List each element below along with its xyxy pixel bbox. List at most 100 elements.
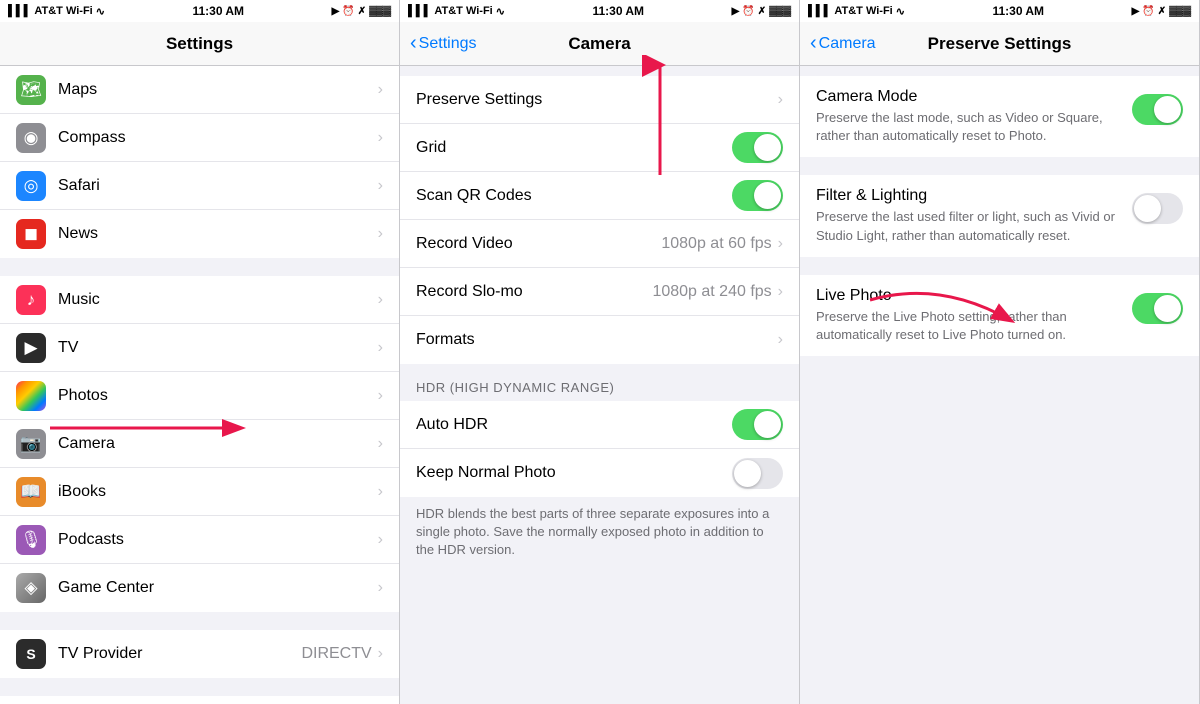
back-label-3: Camera xyxy=(819,35,876,53)
podcasts-chevron: › xyxy=(378,531,383,549)
row-photos[interactable]: Photos › xyxy=(0,372,399,420)
bluetooth-icon: ✗ xyxy=(358,6,366,17)
keep-normal-toggle[interactable] xyxy=(732,458,783,489)
row-auto-hdr[interactable]: Auto HDR xyxy=(400,401,799,449)
record-slomo-chevron: › xyxy=(778,283,783,301)
back-label-2: Settings xyxy=(419,35,477,53)
row-tvprovider[interactable]: S TV Provider DIRECTV › xyxy=(0,630,399,678)
live-photo-title: Live Photo xyxy=(816,287,1132,305)
photos-label: Photos xyxy=(58,387,378,405)
compass-label: Compass xyxy=(58,129,378,147)
back-chevron-2: ‹ xyxy=(410,33,417,53)
status-carrier-1: ▌▌▌ AT&T Wi-Fi ∿ xyxy=(8,5,105,18)
preserve-settings-label: Preserve Settings xyxy=(416,91,778,109)
tvprovider-chevron: › xyxy=(378,645,383,663)
maps-icon: 🗺 xyxy=(16,75,46,105)
wifi-icon-2: ∿ xyxy=(496,5,505,18)
hdr-group: Auto HDR Keep Normal Photo xyxy=(400,401,799,497)
panel-settings: ▌▌▌ AT&T Wi-Fi ∿ 11:30 AM ▶ ⏰ ✗ ▓▓▓ Sett… xyxy=(0,0,400,704)
wifi-icon-3: ∿ xyxy=(896,5,905,18)
row-maps[interactable]: 🗺 Maps › xyxy=(0,66,399,114)
tv-icon: ▶ xyxy=(16,333,46,363)
record-slomo-label: Record Slo-mo xyxy=(416,283,652,301)
row-news[interactable]: ◼ News › xyxy=(0,210,399,258)
auto-hdr-toggle-thumb xyxy=(754,411,781,438)
scan-qr-label: Scan QR Codes xyxy=(416,187,732,205)
back-to-camera[interactable]: ‹ Camera xyxy=(810,35,876,53)
row-music[interactable]: ♪ Music › xyxy=(0,276,399,324)
row-camera-mode[interactable]: Camera Mode Preserve the last mode, such… xyxy=(800,76,1199,157)
bluetooth-icon-3: ✗ xyxy=(1158,6,1166,17)
row-record-video[interactable]: Record Video 1080p at 60 fps › xyxy=(400,220,799,268)
nav-title-1: Settings xyxy=(166,34,233,54)
safari-chevron: › xyxy=(378,177,383,195)
ibooks-icon: 📖 xyxy=(16,477,46,507)
bluetooth-icon-2: ✗ xyxy=(758,6,766,17)
panel-preserve-settings: ▌▌▌ AT&T Wi-Fi ∿ 11:30 AM ▶ ⏰ ✗ ▓▓▓ ‹ Ca… xyxy=(800,0,1200,704)
row-filter-lighting[interactable]: Filter & Lighting Preserve the last used… xyxy=(800,175,1199,256)
top-spacer-3 xyxy=(800,66,1199,76)
tvprovider-icon: S xyxy=(16,639,46,669)
camera-group-1: Preserve Settings › Grid Scan QR Codes xyxy=(400,76,799,364)
group-tvprovider: S TV Provider DIRECTV › xyxy=(0,630,399,678)
nav-bar-1: Settings xyxy=(0,22,399,66)
podcasts-label: Podcasts xyxy=(58,531,378,549)
filter-group: Filter & Lighting Preserve the last used… xyxy=(800,175,1199,256)
status-time-1: 11:30 AM xyxy=(192,4,244,18)
livephoto-group: Live Photo Preserve the Live Photo setti… xyxy=(800,275,1199,356)
row-gamecenter[interactable]: ◈ Game Center › xyxy=(0,564,399,612)
signal-icon-3: ▌▌▌ xyxy=(808,5,831,17)
maps-label: Maps xyxy=(58,81,378,99)
nav-bar-2: ‹ Settings Camera xyxy=(400,22,799,66)
row-compass[interactable]: ◉ Compass › xyxy=(0,114,399,162)
battery-icon-2: ▓▓▓ xyxy=(769,6,791,17)
row-formats[interactable]: Formats › xyxy=(400,316,799,364)
auto-hdr-toggle[interactable] xyxy=(732,409,783,440)
row-podcasts[interactable]: 🎙 Podcasts › xyxy=(0,516,399,564)
camera-settings-list[interactable]: Preserve Settings › Grid Scan QR Codes xyxy=(400,66,799,704)
status-icons-2: ▶ ⏰ ✗ ▓▓▓ xyxy=(732,6,791,17)
settings-list-1[interactable]: 🗺 Maps › ◉ Compass › ◎ Safari › ◼ News xyxy=(0,66,399,704)
status-bar-2: ▌▌▌ AT&T Wi-Fi ∿ 11:30 AM ▶ ⏰ ✗ ▓▓▓ xyxy=(400,0,799,22)
photos-chevron: › xyxy=(378,387,383,405)
camera-mode-toggle[interactable] xyxy=(1132,94,1183,125)
grid-label: Grid xyxy=(416,139,732,157)
row-record-slomo[interactable]: Record Slo-mo 1080p at 240 fps › xyxy=(400,268,799,316)
row-camera[interactable]: 📷 Camera › xyxy=(0,420,399,468)
safari-label: Safari xyxy=(58,177,378,195)
row-grid[interactable]: Grid xyxy=(400,124,799,172)
preserve-settings-list[interactable]: Camera Mode Preserve the last mode, such… xyxy=(800,66,1199,704)
group-music-gamecenter: ♪ Music › ▶ TV › Photos › 📷 Camera xyxy=(0,276,399,612)
tvprovider-value: DIRECTV xyxy=(301,645,371,663)
row-preserve-settings[interactable]: Preserve Settings › xyxy=(400,76,799,124)
back-to-settings[interactable]: ‹ Settings xyxy=(410,35,476,53)
live-photo-toggle[interactable] xyxy=(1132,293,1183,324)
location-icon-2: ▶ xyxy=(732,6,740,17)
tv-label: TV xyxy=(58,339,378,357)
scan-qr-toggle[interactable] xyxy=(732,180,783,211)
signal-icon: ▌▌▌ xyxy=(8,5,31,17)
camera-mode-desc: Preserve the last mode, such as Video or… xyxy=(816,109,1132,145)
filter-lighting-toggle-thumb xyxy=(1134,195,1161,222)
record-video-chevron: › xyxy=(778,235,783,253)
auto-hdr-label: Auto HDR xyxy=(416,416,732,434)
row-tv[interactable]: ▶ TV › xyxy=(0,324,399,372)
status-carrier-2: ▌▌▌ AT&T Wi-Fi ∿ xyxy=(408,5,505,18)
row-keep-normal[interactable]: Keep Normal Photo xyxy=(400,449,799,497)
hdr-note: HDR blends the best parts of three separ… xyxy=(400,497,799,576)
row-live-photo[interactable]: Live Photo Preserve the Live Photo setti… xyxy=(800,275,1199,356)
formats-chevron: › xyxy=(778,331,783,349)
camera-mode-toggle-wrap xyxy=(1132,94,1183,125)
status-icons-1: ▶ ⏰ ✗ ▓▓▓ xyxy=(332,6,391,17)
grid-toggle[interactable] xyxy=(732,132,783,163)
news-chevron: › xyxy=(378,225,383,243)
camera-label: Camera xyxy=(58,435,378,453)
row-safari[interactable]: ◎ Safari › xyxy=(0,162,399,210)
row-scan-qr[interactable]: Scan QR Codes xyxy=(400,172,799,220)
status-bar-1: ▌▌▌ AT&T Wi-Fi ∿ 11:30 AM ▶ ⏰ ✗ ▓▓▓ xyxy=(0,0,399,22)
row-1blocker[interactable]: ① 1Blocker › xyxy=(0,696,399,704)
row-ibooks[interactable]: 📖 iBooks › xyxy=(0,468,399,516)
filter-lighting-toggle[interactable] xyxy=(1132,193,1183,224)
live-photo-toggle-wrap xyxy=(1132,293,1183,324)
camera-mode-title: Camera Mode xyxy=(816,88,1132,106)
